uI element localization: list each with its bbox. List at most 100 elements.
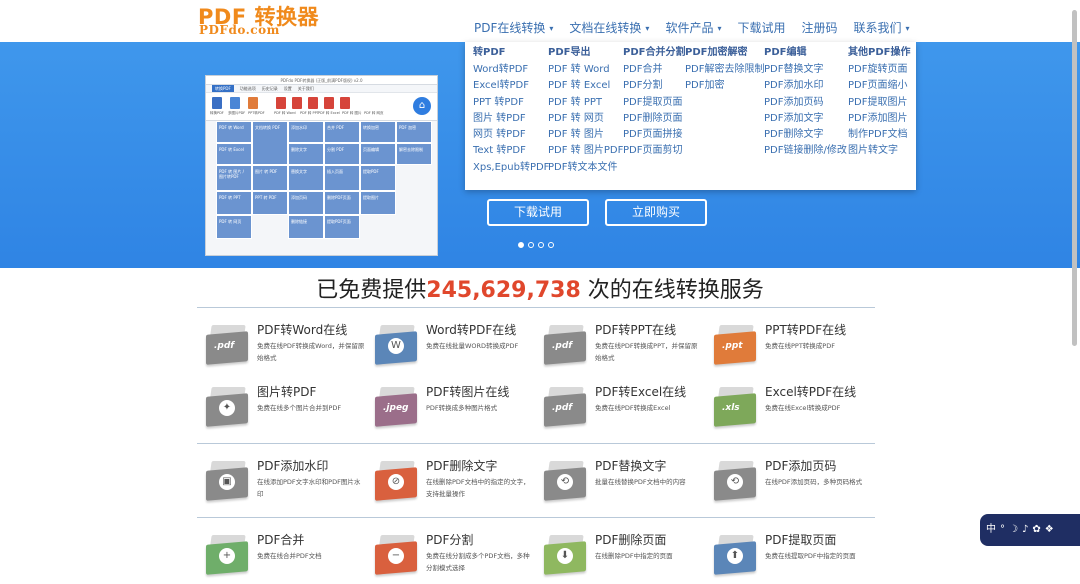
dropdown-item[interactable]: PDF添加图片: [848, 111, 910, 127]
dropdown-item[interactable]: 图片转文字: [848, 143, 910, 159]
service-card[interactable]: W Word转PDF在线 免费在线批量WORD转换成PDF: [367, 321, 532, 371]
nav-software[interactable]: 软件产品 ▾: [657, 0, 729, 42]
nav-register[interactable]: 注册码: [793, 0, 845, 42]
dropdown-item[interactable]: PDF 转 PPT: [548, 95, 623, 111]
nav-download[interactable]: 下载试用: [729, 0, 793, 42]
service-title[interactable]: PDF转Excel在线: [595, 383, 686, 400]
dropdown-item[interactable]: Excel转PDF: [473, 78, 549, 94]
service-title[interactable]: PDF转PPT在线: [595, 321, 676, 338]
dropdown-item[interactable]: PDF解密去除限制: [685, 62, 764, 78]
nav-pdf-online[interactable]: PDF在线转换 ▾: [466, 0, 561, 42]
service-card[interactable]: ⬇ PDF删除页面 在线删除PDF中指定的页面: [536, 531, 701, 581]
service-card[interactable]: ⟲ PDF替换文字 批量在线替换PDF文档中的内容: [536, 457, 701, 507]
service-card[interactable]: .jpeg PDF转图片在线 PDF转换成多种图片格式: [367, 383, 532, 433]
site-logo[interactable]: PDF 转换器 PDFdo.com: [198, 0, 318, 42]
service-card[interactable]: ⊘ PDF删除文字 在线删除PDF文档中的指定的文字，支持批量操作: [367, 457, 532, 507]
nav-doc-online[interactable]: 文档在线转换 ▾: [561, 0, 657, 42]
dropdown-item[interactable]: PPT 转PDF: [473, 95, 549, 111]
floating-toolbar-widget[interactable]: 中 ° ☽ ♪ ✿ ❖: [980, 514, 1080, 546]
nav-contact[interactable]: 联系我们 ▾: [846, 0, 918, 42]
service-title[interactable]: 图片转PDF: [257, 383, 316, 400]
dropdown-item[interactable]: PDF转文本文件: [548, 160, 623, 176]
dropdown-item[interactable]: PDF分割: [623, 78, 685, 94]
dropdown-item[interactable]: PDF 转 Word: [548, 62, 623, 78]
dropdown-item[interactable]: PDF旋转页面: [848, 62, 910, 78]
service-title[interactable]: PDF提取页面: [765, 531, 836, 548]
nav-label: 联系我们: [853, 21, 902, 35]
service-title[interactable]: PDF删除页面: [595, 531, 666, 548]
dropdown-item[interactable]: PDF加密: [685, 78, 764, 94]
dropdown-item[interactable]: PDF页面剪切: [623, 143, 685, 159]
service-title[interactable]: Word转PDF在线: [426, 321, 516, 338]
dropdown-item[interactable]: Text 转PDF: [473, 143, 549, 159]
service-card[interactable]: ▣ PDF添加水印 在线添加PDF文字水印和PDF图片水印: [198, 457, 363, 507]
carousel-dot[interactable]: [538, 242, 544, 248]
dropdown-item[interactable]: PDF 转 网页: [548, 111, 623, 127]
dropdown-item[interactable]: PDF 转 图片: [548, 127, 623, 143]
dropdown-item[interactable]: PDF添加页码: [764, 95, 847, 111]
service-description: PDF转换成多种图片格式: [426, 404, 498, 412]
dropdown-item[interactable]: Word转PDF: [473, 62, 549, 78]
tool-label: PPT转PDF: [248, 111, 265, 115]
dropdown-item[interactable]: PDF替换文字: [764, 62, 847, 78]
section-divider: [197, 517, 875, 518]
dropdown-item[interactable]: PDF链接删除/修改: [764, 143, 847, 159]
folder-icon-label: ⟲: [557, 474, 573, 490]
widget-text: 中: [986, 524, 996, 535]
dropdown-column-merge-split: PDF合并分割 PDF合并 PDF分割 PDF提取页面 PDF删除页面 PDF页…: [623, 46, 685, 160]
service-card[interactable]: .ppt PPT转PDF在线 免费在线PPT转换成PDF: [706, 321, 871, 371]
service-card[interactable]: .pdf PDF转Excel在线 免费在线PDF转换成Excel: [536, 383, 701, 433]
dropdown-item[interactable]: PDF 转 Excel: [548, 78, 623, 94]
app-grid-cell: 替换文字: [288, 165, 324, 191]
service-title[interactable]: PDF转Word在线: [257, 321, 347, 338]
dropdown-item[interactable]: PDF提取图片: [848, 95, 910, 111]
service-title[interactable]: PPT转PDF在线: [765, 321, 846, 338]
dropdown-item[interactable]: PDF合并: [623, 62, 685, 78]
service-title[interactable]: PDF转图片在线: [426, 383, 509, 400]
dropdown-item[interactable]: Xps,Epub转PDF: [473, 160, 549, 176]
folder-icon-label: −: [388, 548, 404, 564]
app-grid-cell: 添加页码: [288, 191, 324, 215]
service-title[interactable]: Excel转PDF在线: [765, 383, 856, 400]
dropdown-item[interactable]: PDF页面拼接: [623, 127, 685, 143]
service-title[interactable]: PDF添加水印: [257, 457, 328, 474]
service-card[interactable]: ✦ 图片转PDF 免费在线多个图片合并到PDF: [198, 383, 363, 433]
dropdown-item[interactable]: PDF提取页面: [623, 95, 685, 111]
carousel-dot[interactable]: [518, 242, 524, 248]
dropdown-item[interactable]: PDF添加水印: [764, 78, 847, 94]
scrollbar[interactable]: [1072, 10, 1077, 346]
service-title[interactable]: PDF删除文字: [426, 457, 497, 474]
download-trial-button[interactable]: 下载试用: [487, 199, 589, 226]
dropdown-item[interactable]: PDF 转 图片PDF: [548, 143, 623, 159]
tool-label: 转换PDF: [210, 111, 224, 115]
service-title[interactable]: PDF替换文字: [595, 457, 666, 474]
dropdown-item[interactable]: PDF删除页面: [623, 111, 685, 127]
service-card[interactable]: .xls Excel转PDF在线 免费在线Excel转换成PDF: [706, 383, 871, 433]
buy-now-button[interactable]: 立即购买: [605, 199, 707, 226]
service-card[interactable]: .pdf PDF转Word在线 免费在线PDF转换成Word，并保留原始格式: [198, 321, 364, 371]
dropdown-item[interactable]: 图片 转PDF: [473, 111, 549, 127]
dropdown-item[interactable]: PDF添加文字: [764, 111, 847, 127]
service-card[interactable]: ⟲ PDF添加页码 在线PDF添加页码，多种页码格式: [706, 457, 871, 507]
tool-label: PDF 转 PPT: [300, 111, 319, 115]
service-title[interactable]: PDF合并: [257, 531, 304, 548]
dropdown-item[interactable]: PDF删除文字: [764, 127, 847, 143]
dropdown-item[interactable]: 制作PDF文档: [848, 127, 910, 143]
app-screenshot[interactable]: PDFdo PDF转换器 (正版_前满PDF版权) v2.0 转换PDF 功能选…: [205, 75, 438, 256]
service-title[interactable]: PDF添加页码: [765, 457, 836, 474]
service-title[interactable]: PDF分割: [426, 531, 473, 548]
service-description: 免费在线PDF转换成PPT，并保留原始格式: [595, 342, 698, 362]
tool-label: PDF 转 Word: [274, 111, 296, 115]
service-card[interactable]: .pdf PDF转PPT在线 免费在线PDF转换成PPT，并保留原始格式: [536, 321, 701, 371]
service-card[interactable]: − PDF分割 免费在线分割成多个PDF文档，多种分割模式选择: [367, 531, 532, 581]
service-card[interactable]: ⬆ PDF提取页面 免费在线提取PDF中指定的页面: [706, 531, 871, 581]
dropdown-item[interactable]: PDF页面缩小: [848, 78, 910, 94]
service-card[interactable]: + PDF合并 免费在线合并PDF文档: [198, 531, 363, 581]
service-description: 在线删除PDF中指定的页面: [595, 552, 673, 560]
folder-icon: .ppt: [714, 325, 758, 365]
carousel-dot[interactable]: [528, 242, 534, 248]
app-grid-cell: 页面编辑: [360, 143, 396, 165]
carousel-dot[interactable]: [548, 242, 554, 248]
app-grid-cell: 添加水印: [288, 121, 324, 143]
dropdown-item[interactable]: 网页 转PDF: [473, 127, 549, 143]
